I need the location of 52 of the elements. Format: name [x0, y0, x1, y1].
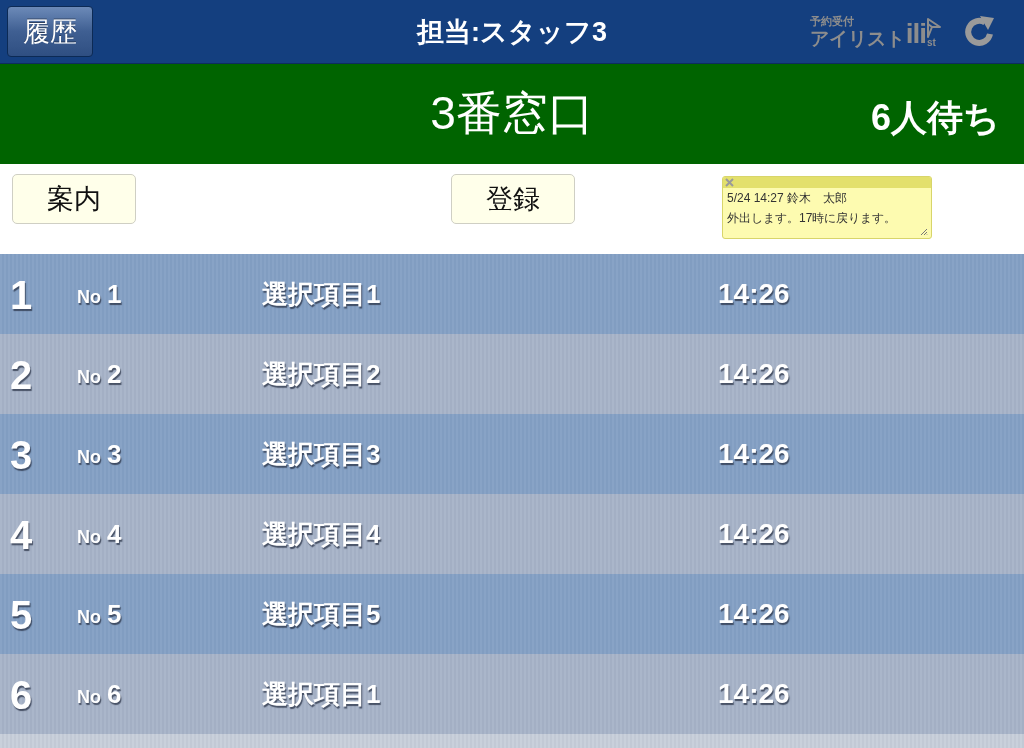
queue-position: 2 [10, 352, 34, 398]
refresh-icon[interactable] [963, 14, 997, 49]
staff-title: 担当:スタッフ3 [415, 15, 608, 49]
number-label: No [77, 286, 101, 308]
resize-grip-icon[interactable] [920, 228, 928, 236]
ticket-number: 4 [107, 518, 122, 550]
queue-row[interactable]: 3 No 3 選択項目3 14:26 [0, 414, 1024, 494]
queue-row[interactable]: 5 No 5 選択項目5 14:26 [0, 574, 1024, 654]
queue-row[interactable]: 6 No 6 選択項目1 14:26 [0, 654, 1024, 734]
ticket-number: 6 [107, 678, 122, 710]
close-icon[interactable] [725, 178, 734, 187]
number-label: No [77, 686, 101, 708]
selected-item: 選択項目4 [262, 517, 382, 551]
queue-time: 14:26 [718, 438, 791, 470]
logo-name: アイリスト [809, 28, 905, 48]
history-button[interactable]: 履歴 [7, 6, 93, 57]
queue-time: 14:26 [718, 358, 791, 390]
logo-mark: ili [905, 19, 926, 48]
queue-position: 3 [10, 432, 34, 478]
paper-plane-icon [927, 17, 941, 38]
queue-time: 14:26 [718, 518, 791, 550]
selected-item: 選択項目1 [262, 677, 382, 711]
ticket-number: 5 [107, 598, 122, 630]
ticket-number: 3 [107, 438, 122, 470]
queue-position: 1 [10, 272, 34, 318]
action-button[interactable]: 案内 [12, 174, 136, 224]
selected-item: 選択項目2 [262, 357, 382, 391]
logo-tagline: 予約受付 [809, 15, 855, 27]
memo-header: 5/24 14:27 鈴木 太郎 [726, 190, 849, 207]
logo-mark-sub: st [927, 37, 936, 48]
queue-time: 14:26 [718, 678, 791, 710]
number-label: No [77, 526, 101, 548]
counter-name: 3番窓口 [430, 86, 594, 141]
ticket-number: 1 [107, 278, 122, 310]
selected-item: 選択項目1 [262, 277, 382, 311]
waiting-count: 6人待ち [870, 95, 1000, 140]
queue-position: 4 [10, 512, 34, 558]
queue-row[interactable]: 4 No 4 選択項目4 14:26 [0, 494, 1024, 574]
queue-position: 6 [10, 672, 34, 718]
queue-position: 5 [10, 592, 34, 638]
queue-time: 14:26 [718, 598, 791, 630]
queue-row[interactable]: 2 No 2 選択項目2 14:26 [0, 334, 1024, 414]
number-label: No [77, 366, 101, 388]
number-label: No [77, 606, 101, 628]
queue-time: 14:26 [718, 278, 791, 310]
ticket-number: 2 [107, 358, 122, 390]
selected-item: 選択項目5 [262, 597, 382, 631]
selected-item: 選択項目3 [262, 437, 382, 471]
number-label: No [77, 446, 101, 468]
action-button[interactable]: 登録 [451, 174, 575, 224]
queue-row[interactable]: 1 No 1 選択項目1 14:26 [0, 254, 1024, 334]
memo-body: 外出します。17時に戻ります。 [726, 210, 898, 227]
